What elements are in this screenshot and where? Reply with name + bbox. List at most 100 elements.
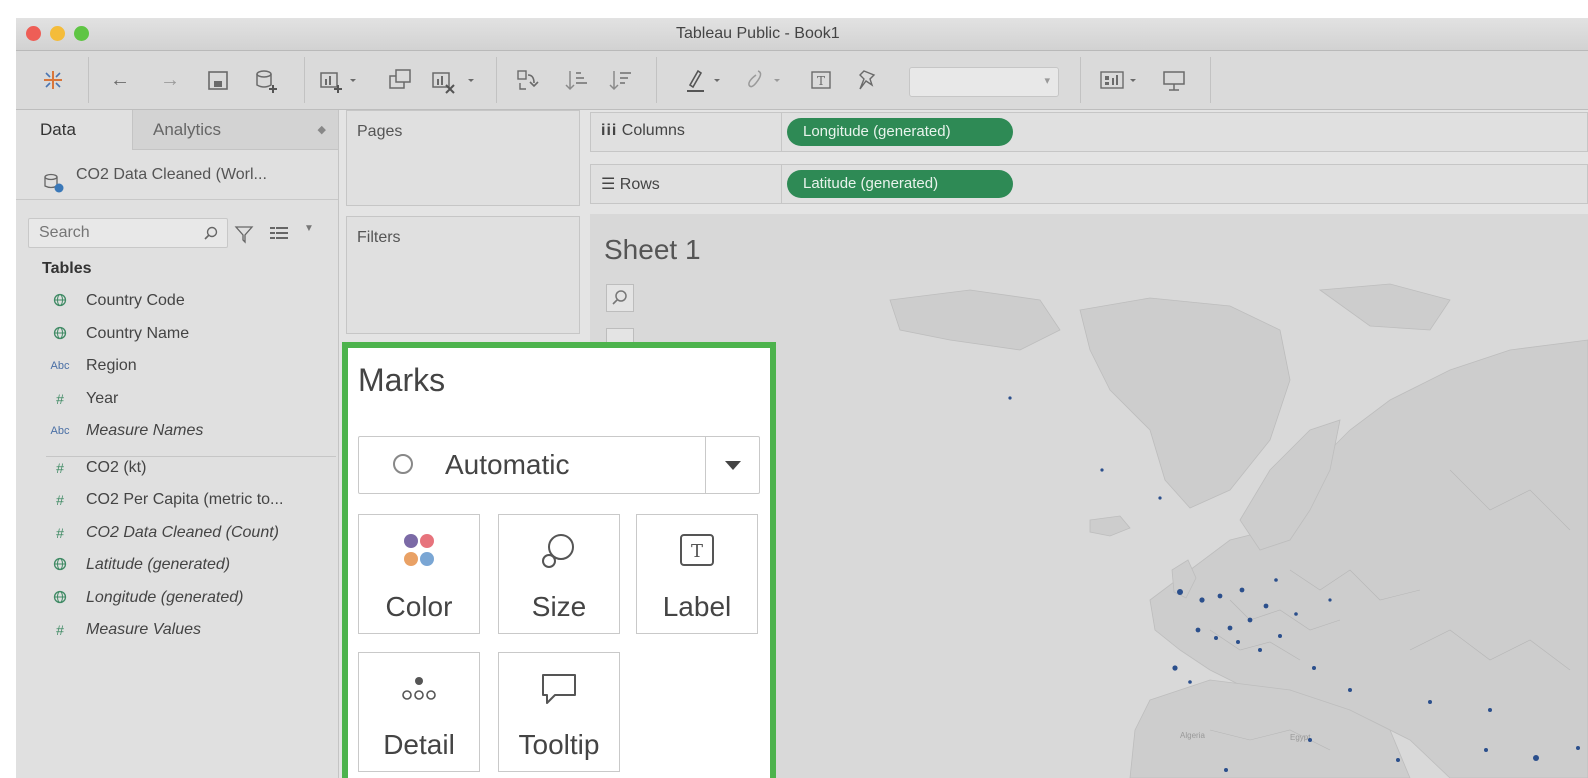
tooltip-icon — [542, 674, 576, 704]
columns-pill-longitude[interactable]: Longitude (generated) — [787, 118, 1013, 146]
search-box — [28, 218, 228, 248]
duplicate-sheet-icon[interactable] — [386, 65, 414, 95]
number-type-icon: # — [56, 622, 64, 638]
size-button[interactable]: Size — [498, 514, 620, 634]
field-label: CO2 Per Capita (metric to... — [86, 491, 284, 508]
number-type-icon: # — [56, 459, 64, 476]
string-type-icon: Abc — [50, 425, 70, 437]
rows-pill-latitude[interactable]: Latitude (generated) — [787, 170, 1013, 198]
color-label: Color — [385, 591, 453, 622]
field-item[interactable]: # CO2 (kt) — [16, 453, 338, 485]
chevron-down-icon[interactable] — [725, 461, 741, 470]
data-source-name: CO2 Data Cleaned (Worl... — [76, 166, 267, 183]
field-label: Country Code — [86, 292, 185, 309]
chevron-updown-icon[interactable]: ◆ — [318, 110, 326, 150]
size-icon — [542, 534, 574, 568]
marks-card: Marks Automatic Color Size T Label Detai… — [342, 342, 776, 778]
data-pane: Data Analytics ◆ CO2 Data Cleaned (Worl.… — [16, 110, 339, 778]
title-bar: Tableau Public - Book1 — [16, 18, 1588, 51]
field-item[interactable]: # Year — [16, 384, 338, 416]
field-item[interactable]: Abc Measure Names — [16, 416, 338, 448]
detail-icon — [402, 677, 436, 700]
clear-sheet-icon[interactable] — [430, 65, 480, 95]
field-label: Measure Values — [86, 621, 202, 638]
field-label: Latitude (generated) — [86, 556, 231, 573]
globe-icon — [48, 557, 72, 574]
redo-icon[interactable]: → — [156, 65, 184, 95]
chevron-down-icon[interactable]: ▼ — [304, 223, 314, 234]
string-type-icon: Abc — [50, 360, 70, 372]
columns-label: iii Columns — [601, 122, 685, 139]
field-label: Region — [86, 357, 137, 374]
group-icon[interactable] — [744, 65, 788, 95]
columns-icon: iii — [601, 122, 618, 139]
field-item[interactable]: Abc Region — [16, 351, 338, 383]
field-label: CO2 Data Cleaned (Count) — [86, 523, 279, 541]
highlight-icon[interactable] — [684, 65, 728, 95]
filters-title: Filters — [357, 229, 401, 246]
data-source-item[interactable]: CO2 Data Cleaned (Worl... — [16, 150, 338, 200]
window-title: Tableau Public - Book1 — [676, 25, 840, 42]
map-search-button[interactable] — [606, 284, 634, 312]
tab-analytics[interactable]: Analytics ◆ — [132, 110, 338, 150]
map-label-egypt: Egypt — [1290, 733, 1311, 742]
color-icon — [404, 534, 434, 566]
show-me-icon[interactable] — [1098, 65, 1142, 95]
field-item[interactable]: # CO2 Data Cleaned (Count) — [16, 518, 338, 550]
number-type-icon: # — [56, 492, 64, 508]
swap-icon[interactable] — [514, 65, 540, 95]
color-button[interactable]: Color — [358, 514, 480, 634]
text-label-icon: T — [680, 534, 714, 566]
view-list-icon[interactable] — [268, 223, 290, 248]
sheet-title[interactable]: Sheet 1 — [604, 234, 701, 266]
fit-dropdown[interactable]: ▾ — [909, 67, 1059, 97]
search-icon[interactable] — [203, 225, 219, 246]
detail-button[interactable]: Detail — [358, 652, 480, 772]
new-data-source-icon[interactable] — [254, 65, 280, 95]
rows-shelf[interactable]: ☰ Rows Latitude (generated) — [590, 164, 1588, 204]
globe-icon — [48, 293, 72, 310]
presentation-icon[interactable] — [1160, 65, 1188, 95]
label-button[interactable]: T Label — [636, 514, 758, 634]
field-item[interactable]: Country Code — [16, 286, 338, 318]
pin-icon[interactable] — [854, 65, 880, 95]
svg-text:T: T — [691, 541, 703, 562]
columns-shelf[interactable]: iii Columns Longitude (generated) — [590, 112, 1588, 152]
app-window: Tableau Public - Book1 ← → T ▾ Data Anal… — [16, 18, 1588, 778]
new-worksheet-icon[interactable] — [318, 65, 362, 95]
mark-type-label: Automatic — [445, 449, 570, 480]
pages-shelf[interactable]: Pages — [346, 110, 580, 206]
field-label: CO2 (kt) — [86, 458, 147, 476]
circle-mark-icon — [393, 454, 413, 474]
field-item[interactable]: # CO2 Per Capita (metric to... — [16, 485, 338, 517]
rows-icon: ☰ — [601, 176, 616, 193]
field-label: Year — [86, 389, 119, 407]
field-item[interactable]: Latitude (generated) — [16, 550, 338, 582]
label-label: Label — [662, 591, 732, 622]
field-label: Measure Names — [86, 422, 204, 439]
field-label: Country Name — [86, 324, 190, 342]
map-label-algeria: Algeria — [1180, 731, 1205, 740]
undo-icon[interactable]: ← — [106, 65, 134, 95]
filters-shelf[interactable]: Filters — [346, 216, 580, 334]
globe-icon — [48, 326, 72, 343]
field-item[interactable]: Longitude (generated) — [16, 583, 338, 615]
label-icon[interactable]: T — [808, 65, 834, 95]
save-icon[interactable] — [206, 65, 230, 95]
number-type-icon: # — [56, 390, 64, 407]
mark-type-dropdown[interactable]: Automatic — [358, 436, 760, 494]
detail-label: Detail — [383, 729, 455, 760]
tables-heading: Tables — [42, 260, 92, 277]
field-item[interactable]: Country Name — [16, 319, 338, 351]
search-input[interactable] — [29, 219, 199, 247]
tab-data[interactable]: Data — [16, 110, 132, 150]
field-label: Longitude (generated) — [86, 588, 244, 606]
tooltip-button[interactable]: Tooltip — [498, 652, 620, 772]
filter-icon[interactable] — [234, 224, 254, 249]
field-item[interactable]: # Measure Values — [16, 615, 338, 647]
sort-descending-icon[interactable] — [608, 65, 634, 95]
rows-label: ☰ Rows — [601, 176, 660, 193]
sort-ascending-icon[interactable] — [564, 65, 590, 95]
tableau-logo-icon[interactable] — [38, 65, 68, 95]
pages-title: Pages — [357, 123, 403, 140]
